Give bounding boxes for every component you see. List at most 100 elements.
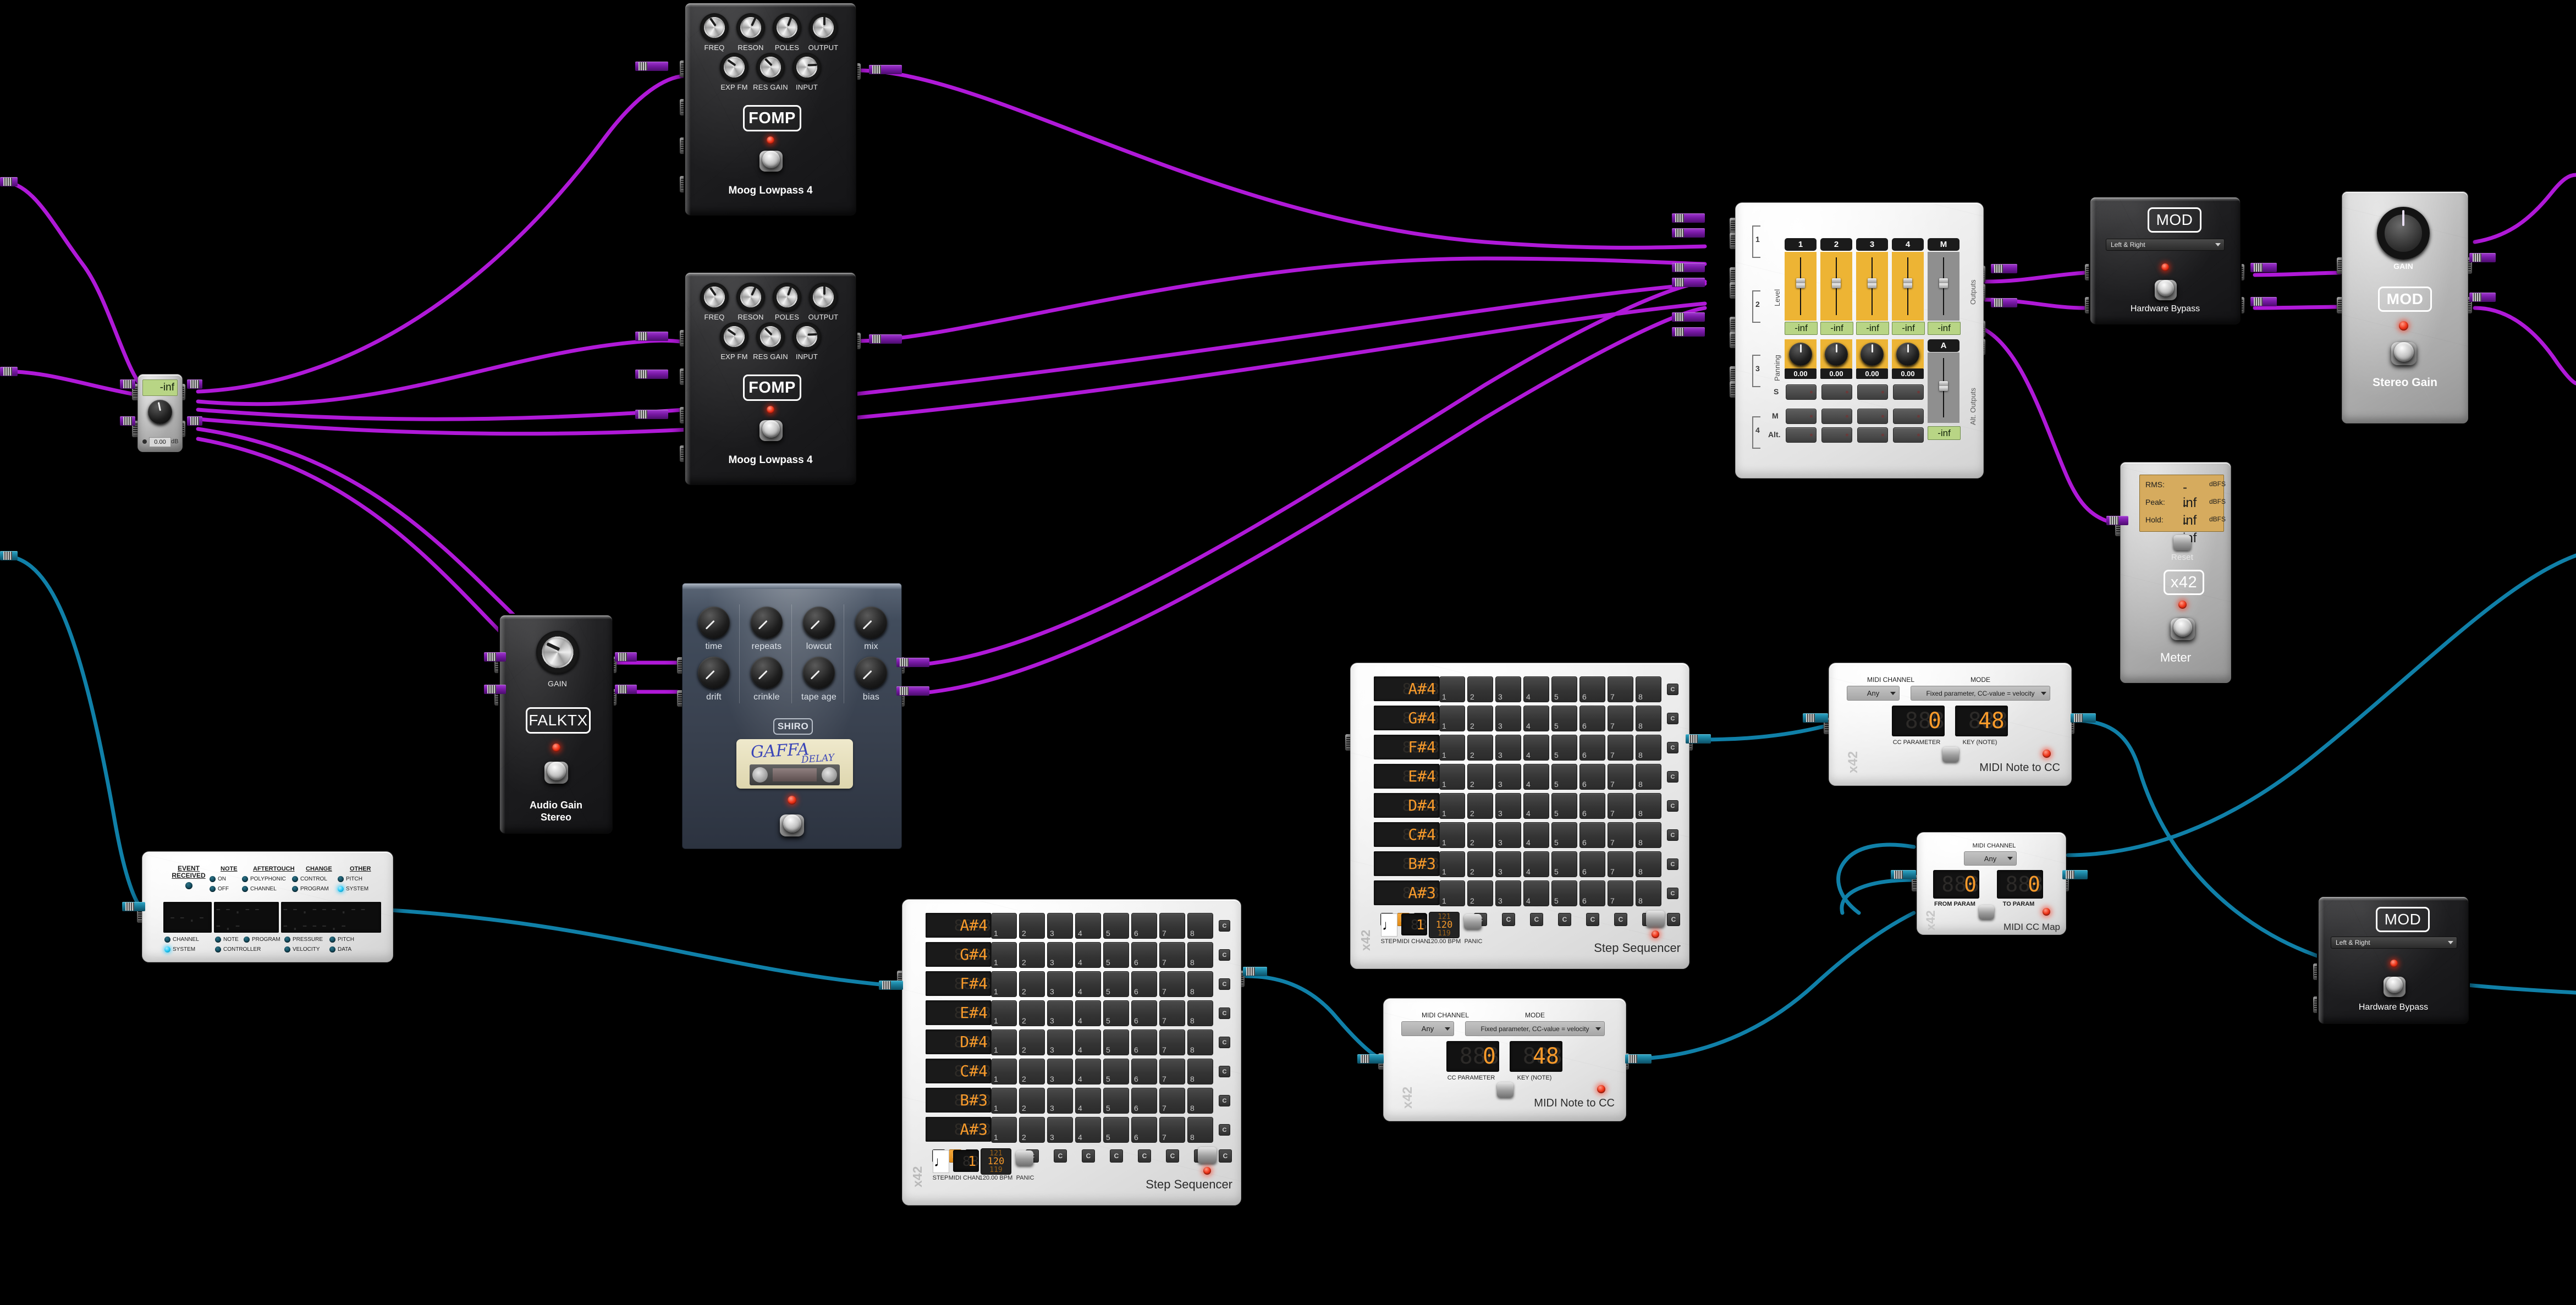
footswitch[interactable]	[783, 814, 801, 833]
sequencer-step-cell[interactable]: 8	[1636, 793, 1661, 819]
sequencer-step-cell[interactable]: 3	[1047, 1000, 1073, 1026]
sequencer-step-cell[interactable]: 6	[1131, 913, 1157, 939]
sequencer-row-clear-button[interactable]: C	[1667, 829, 1678, 841]
sequencer-step-cell[interactable]: 6	[1579, 822, 1605, 848]
footswitch[interactable]	[1198, 1147, 1217, 1164]
sequencer-step-cell[interactable]: 4	[1075, 1000, 1101, 1026]
sequencer-step-cell[interactable]: 8	[1187, 942, 1213, 968]
channel-alt-2[interactable]	[1821, 427, 1852, 443]
sequencer-step-cell[interactable]: 3	[1047, 971, 1073, 997]
sequencer-step-cell[interactable]: 8	[1636, 676, 1661, 702]
sequencer-step-cell[interactable]: 3	[1495, 880, 1521, 906]
sequencer-row-note[interactable]: 8888 A#3	[926, 1117, 991, 1142]
sequencer-step-cell[interactable]: 8	[1636, 706, 1661, 731]
knob-exp-fm[interactable]	[720, 53, 748, 81]
sequencer-step-cell[interactable]: 4	[1523, 880, 1549, 906]
sequencer-row-note[interactable]: 8888 A#3	[1374, 880, 1439, 905]
audio-plug[interactable]	[635, 410, 668, 419]
channel-solo-4[interactable]	[1893, 384, 1924, 400]
sequencer-row-note[interactable]: 8888 D#4	[1374, 793, 1439, 818]
sequencer-step-cell[interactable]: 1	[991, 1029, 1017, 1055]
knob-lowcut[interactable]	[803, 607, 835, 638]
knob-res-gain[interactable]	[756, 53, 785, 81]
sequencer-step-cell[interactable]: 5	[1551, 851, 1577, 877]
sequencer-step-cell[interactable]: 5	[1551, 822, 1577, 848]
audio-plug[interactable]	[120, 379, 135, 389]
sequencer-step-cell[interactable]: 2	[1467, 851, 1493, 877]
sequencer-row-note[interactable]: 8888 D#4	[926, 1029, 991, 1054]
sequencer-step-cell[interactable]: 1	[1439, 793, 1465, 819]
knob-input[interactable]	[792, 322, 821, 351]
sequencer-column-clear-button[interactable]: C	[1166, 1149, 1179, 1163]
sequencer-step-cell[interactable]: 1	[991, 1088, 1017, 1114]
sequencer-step-cell[interactable]: 8	[1187, 1088, 1213, 1114]
sequencer-step-cell[interactable]: 1	[991, 942, 1017, 968]
key-note-display[interactable]: 888 48	[1955, 706, 2008, 736]
bpm-spinner[interactable]: 121 120 119	[981, 1148, 1011, 1175]
sequencer-step-cell[interactable]: 3	[1495, 676, 1521, 702]
bypass-mode-select[interactable]: Left & Right	[2331, 937, 2457, 949]
audio-plug[interactable]	[2469, 253, 2496, 262]
channel-fader-3[interactable]	[1856, 252, 1888, 321]
sequencer-step-cell[interactable]: 4	[1075, 971, 1101, 997]
midi-plug[interactable]	[1891, 870, 1916, 879]
sequencer-column-clear-button[interactable]: C	[1530, 913, 1543, 926]
sequencer-step-cell[interactable]: 7	[1608, 822, 1633, 848]
audio-plug[interactable]	[484, 685, 506, 694]
sequencer-step-cell[interactable]: 6	[1579, 880, 1605, 906]
knob-poles[interactable]	[773, 13, 801, 42]
sequencer-row-note[interactable]: 8888 B#3	[1374, 851, 1439, 876]
sequencer-row-note[interactable]: 8888 A#4	[926, 913, 991, 938]
to-param-display[interactable]: 888 0	[1997, 870, 2043, 899]
knob-repeats[interactable]	[751, 607, 783, 638]
audio-plug[interactable]	[2250, 297, 2277, 306]
sequencer-step-cell[interactable]: 2	[1467, 706, 1493, 731]
key-note-display[interactable]: 888 48	[1510, 1041, 1562, 1072]
sequencer-step-cell[interactable]: 1	[1439, 676, 1465, 702]
bpm-spinner[interactable]: 121 120 119	[1429, 912, 1460, 938]
sequencer-row-clear-button[interactable]: C	[1219, 1124, 1230, 1136]
gain-knob[interactable]	[2377, 207, 2430, 260]
sequencer-step-cell[interactable]: 3	[1047, 1029, 1073, 1055]
knob-freq[interactable]	[700, 283, 729, 311]
sequencer-row-clear-button[interactable]: C	[1219, 1037, 1230, 1048]
knob-reson[interactable]	[736, 13, 765, 42]
sequencer-step-cell[interactable]: 1	[1439, 764, 1465, 790]
knob-time[interactable]	[698, 607, 730, 638]
panic-button[interactable]	[1016, 1150, 1033, 1166]
knob-exp-fm[interactable]	[720, 322, 748, 351]
channel-mute-3[interactable]	[1857, 409, 1888, 424]
knob-input[interactable]	[792, 53, 821, 81]
cc-parameter-display[interactable]: 888 0	[1446, 1041, 1499, 1072]
sequencer-column-clear-button[interactable]: C	[1138, 1149, 1151, 1163]
sequencer-step-cell[interactable]: 8	[1187, 971, 1213, 997]
sequencer-step-cell[interactable]: 5	[1551, 793, 1577, 819]
sequencer-step-cell[interactable]: 4	[1075, 942, 1101, 968]
channel-alt-3[interactable]	[1857, 427, 1888, 443]
audio-plug[interactable]	[2250, 263, 2277, 272]
sequencer-column-clear-button[interactable]: C	[1110, 1149, 1123, 1163]
sequencer-step-cell[interactable]: 7	[1159, 1000, 1185, 1026]
audio-plug[interactable]	[615, 652, 637, 662]
sequencer-row-note[interactable]: 8888 G#4	[926, 942, 991, 967]
sequencer-column-clear-button[interactable]: C	[1667, 913, 1680, 926]
footswitch[interactable]	[2173, 618, 2192, 637]
sequencer-step-cell[interactable]: 6	[1131, 1059, 1157, 1084]
audio-plug[interactable]	[120, 416, 135, 426]
sequencer-step-cell[interactable]: 7	[1608, 851, 1633, 877]
sequencer-step-cell[interactable]: 5	[1103, 1059, 1129, 1084]
sequencer-step-cell[interactable]: 3	[1047, 942, 1073, 968]
sequencer-step-cell[interactable]: 3	[1047, 1117, 1073, 1143]
sequencer-step-cell[interactable]: 6	[1579, 764, 1605, 790]
audio-plug[interactable]	[896, 658, 929, 667]
channel-solo-2[interactable]	[1821, 384, 1852, 400]
channel-alt-1[interactable]	[1786, 427, 1817, 443]
sequencer-step-cell[interactable]: 3	[1495, 851, 1521, 877]
sequencer-step-cell[interactable]: 7	[1159, 971, 1185, 997]
sequencer-step-cell[interactable]: 4	[1523, 851, 1549, 877]
sequencer-step-cell[interactable]: 4	[1523, 676, 1549, 702]
sequencer-step-cell[interactable]: 7	[1608, 880, 1633, 906]
sequencer-step-cell[interactable]: 3	[1495, 706, 1521, 731]
gain-knob[interactable]	[536, 631, 579, 674]
sequencer-step-cell[interactable]: 6	[1131, 1029, 1157, 1055]
